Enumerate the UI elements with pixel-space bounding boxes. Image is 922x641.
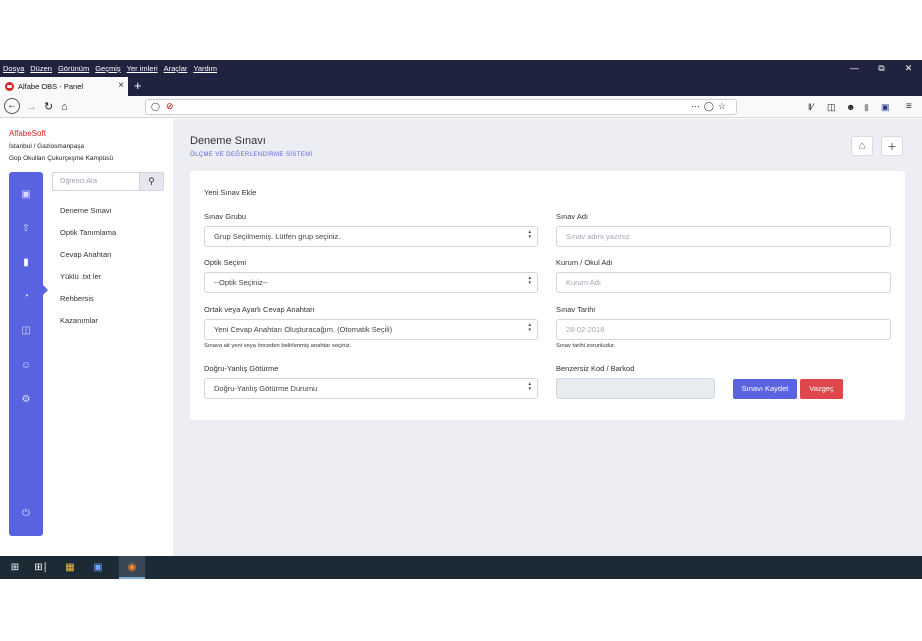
menu-view[interactable]: Görünüm bbox=[58, 64, 89, 73]
new-tab-icon[interactable]: + bbox=[134, 77, 142, 95]
window-controls: — ⧉ ✕ bbox=[841, 60, 922, 77]
windows-start-icon[interactable]: ⊞ bbox=[2, 556, 28, 579]
home-button[interactable]: ⌂ bbox=[851, 136, 873, 156]
location-line-1: İstanbul / Gaziosmanpaşa bbox=[9, 143, 85, 150]
power-icon[interactable]: ⏻ bbox=[9, 508, 43, 519]
sidebar-menu: Deneme Sınavı Optik Tanımlama Cevap Anah… bbox=[60, 206, 116, 338]
menu-history[interactable]: Geçmiş bbox=[95, 64, 120, 73]
exam-name-input[interactable]: Sınav adını yazınız bbox=[556, 226, 891, 247]
sidebar-item-deneme-sinavi[interactable]: Deneme Sınavı bbox=[60, 206, 116, 228]
optic-select[interactable]: --Optik Seçiniz-- bbox=[204, 272, 538, 293]
form-title: Yeni Sınav Ekle bbox=[204, 188, 257, 197]
answer-key-select[interactable]: Yeni Cevap Anahtarı Oluşturacağım. (Otom… bbox=[204, 319, 538, 340]
back-arrow-icon[interactable]: ← bbox=[4, 98, 20, 114]
save-exam-button[interactable]: Sınavı Kaydet bbox=[733, 379, 797, 399]
new-exam-form: Yeni Sınav Ekle Sınav Grubu Grup Seçilme… bbox=[190, 171, 905, 420]
main-content: Deneme Sınavı ÖLÇME VE DEĞERLENDİRME SİS… bbox=[173, 119, 922, 556]
tracking-shield-icon[interactable]: ◯ bbox=[151, 102, 160, 111]
screen: Dosya Düzen Görünüm Geçmiş Yer imleri Ar… bbox=[0, 60, 922, 579]
upload-icon[interactable]: ⇧ bbox=[9, 223, 43, 234]
date-help: Sınav tarihi zorunludur. bbox=[556, 343, 616, 349]
reload-icon[interactable]: ↻ bbox=[44, 100, 53, 114]
tab-bar: Alfabe OBS - Panel × + bbox=[0, 77, 922, 96]
browser-tab[interactable]: Alfabe OBS - Panel × bbox=[0, 77, 128, 96]
insecure-lock-icon[interactable]: ⊘ bbox=[166, 101, 174, 112]
sidebar-item-cevap-anahtari[interactable]: Cevap Anahtarı bbox=[60, 250, 116, 272]
school-label: Kurum / Okul Adı bbox=[556, 258, 613, 267]
date-label: Sınav Tarihi bbox=[556, 305, 596, 314]
close-tab-icon[interactable]: × bbox=[118, 80, 124, 91]
menu-file[interactable]: Dosya bbox=[3, 64, 24, 73]
menu-tools[interactable]: Araçlar bbox=[164, 64, 188, 73]
browser-menubar: Dosya Düzen Görünüm Geçmiş Yer imleri Ar… bbox=[0, 60, 922, 77]
optic-label: Optik Seçimi bbox=[204, 258, 247, 267]
sidebar-item-kazanimlar[interactable]: Kazanımlar bbox=[60, 316, 116, 338]
page-title: Deneme Sınavı bbox=[190, 135, 266, 147]
group-label: Sınav Grubu bbox=[204, 212, 247, 221]
document-icon[interactable]: ▮ bbox=[9, 257, 43, 268]
page-subtitle: ÖLÇME VE DEĞERLENDİRME SİSTEMİ bbox=[190, 152, 313, 158]
sidebar-item-rehbersis[interactable]: Rehbersis bbox=[60, 294, 116, 316]
answer-key-label: Ortak veya Ayarlı Cevap Anahtarı bbox=[204, 305, 315, 314]
code-input bbox=[556, 378, 715, 399]
location-line-2: Gop Okulları Çukurçeşme Kampüsü bbox=[9, 155, 114, 162]
hamburger-menu-icon[interactable]: ≡ bbox=[906, 100, 912, 114]
settings-gear-icon[interactable]: ⚙ bbox=[9, 394, 43, 405]
menu-help[interactable]: Yardım bbox=[193, 64, 217, 73]
browser-toolbar: ← → ↻ ⌂ ◯ ⊘ ⋯◯☆ ‖⁄ ◫ ☻ ▮ ▣ ≡ bbox=[0, 96, 922, 118]
file-explorer-icon[interactable]: ▦ bbox=[57, 556, 83, 579]
sidebar-toggle-icon[interactable]: ◫ bbox=[827, 100, 836, 114]
menu-bookmarks[interactable]: Yer imleri bbox=[127, 64, 158, 73]
app-icon[interactable]: ▣ bbox=[85, 556, 111, 579]
close-window-icon[interactable]: ✕ bbox=[895, 60, 922, 77]
minimize-icon[interactable]: — bbox=[841, 60, 868, 77]
school-input[interactable]: Kurum Adı bbox=[556, 272, 891, 293]
monitor-icon[interactable]: ▣ bbox=[9, 189, 43, 200]
group-select[interactable]: Grup Seçilmemiş. Lütfen grup seçiniz. bbox=[204, 226, 538, 247]
date-input[interactable]: 28-02-2018 bbox=[556, 319, 891, 340]
pie-chart-icon[interactable]: ◔ bbox=[9, 291, 43, 302]
web-app: AlfabeSoft İstanbul / Gaziosmanpaşa Gop … bbox=[0, 119, 922, 556]
user-icon[interactable]: ☺ bbox=[9, 360, 43, 371]
menu-edit[interactable]: Düzen bbox=[30, 64, 52, 73]
exam-name-label: Sınav Adı bbox=[556, 212, 589, 221]
penalty-label: Doğru-Yanlış Götürme bbox=[204, 364, 279, 373]
penalty-select[interactable]: Doğru-Yanlış Götürme Durumu bbox=[204, 378, 538, 399]
plus-icon: + bbox=[887, 138, 897, 154]
code-label: Benzersiz Kod / Barkod bbox=[556, 364, 635, 373]
student-search: ⚲ bbox=[52, 172, 164, 191]
address-bar[interactable]: ◯ ⊘ ⋯◯☆ bbox=[145, 99, 737, 115]
answer-key-help: Sınava ait yeni veya önceden belirlenmiş… bbox=[204, 343, 352, 349]
brand-name: AlfabeSoft bbox=[9, 129, 46, 138]
search-icon[interactable]: ⚲ bbox=[139, 172, 164, 191]
extension-icon[interactable]: ▣ bbox=[881, 100, 890, 114]
cancel-button[interactable]: Vazgeç bbox=[800, 379, 843, 399]
forward-arrow-icon[interactable]: → bbox=[26, 100, 37, 114]
tab-title: Alfabe OBS - Panel bbox=[18, 82, 84, 91]
home-icon: ⌂ bbox=[858, 140, 866, 152]
extension-shield-icon[interactable]: ▮ bbox=[864, 100, 869, 114]
sidebar-item-optik-tanimlama[interactable]: Optik Tanımlama bbox=[60, 228, 116, 250]
library-icon[interactable]: ‖⁄ bbox=[808, 100, 813, 114]
restore-icon[interactable]: ⧉ bbox=[868, 60, 895, 77]
firefox-icon[interactable]: ◉ bbox=[119, 556, 145, 579]
sidebar-item-yuklu-txt[interactable]: Yüklü .txt ler bbox=[60, 272, 116, 294]
active-pointer bbox=[43, 285, 48, 295]
chat-icon[interactable]: ◫ bbox=[9, 325, 43, 336]
task-view-icon[interactable]: ⊞∣ bbox=[28, 556, 54, 579]
windows-taskbar: ⊞ ⊞∣ ▦ ▣ ◉ bbox=[0, 556, 922, 579]
page-actions-icon[interactable]: ⋯◯☆ bbox=[691, 101, 730, 112]
home-icon[interactable]: ⌂ bbox=[61, 100, 68, 114]
account-icon[interactable]: ☻ bbox=[846, 100, 855, 114]
icon-rail: ▣ ⇧ ▮ ◔ ◫ ☺ ⚙ ⏻ bbox=[9, 172, 48, 536]
site-favicon-icon bbox=[5, 82, 14, 91]
add-button[interactable]: + bbox=[881, 136, 903, 156]
student-search-input[interactable] bbox=[52, 172, 139, 191]
